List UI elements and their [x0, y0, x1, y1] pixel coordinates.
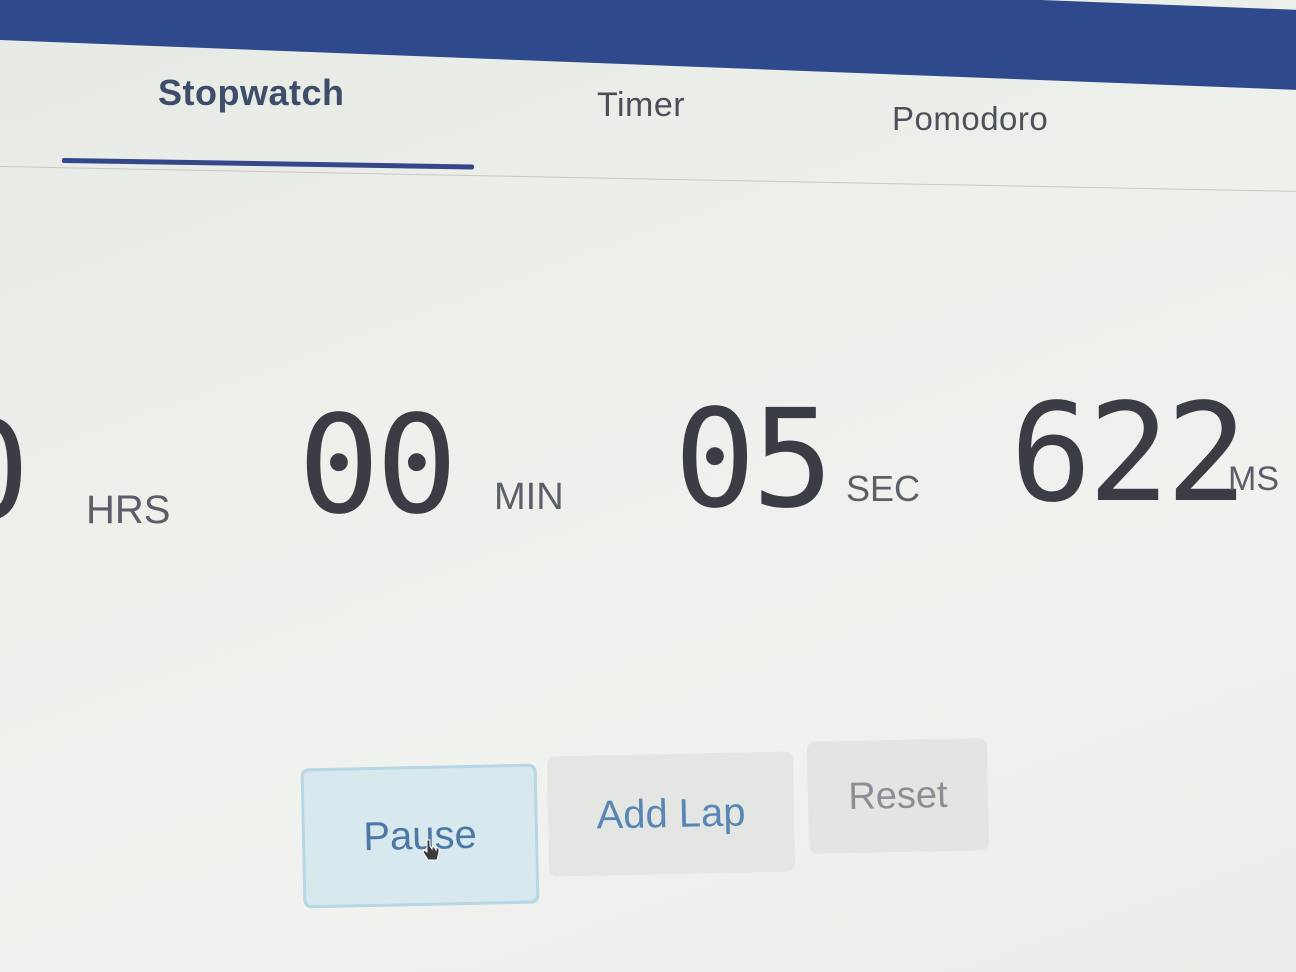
- reset-button[interactable]: Reset: [806, 738, 990, 854]
- pause-button[interactable]: Pause: [300, 763, 540, 909]
- add-lap-button-label: Add Lap: [596, 789, 746, 838]
- pause-button-label: Pause: [362, 812, 478, 859]
- reset-button-label: Reset: [847, 773, 949, 818]
- add-lap-button[interactable]: Add Lap: [546, 751, 796, 877]
- hand-pointer-icon: [422, 839, 440, 861]
- stopwatch-controls: Pause Add Lap Reset: [0, 0, 1296, 972]
